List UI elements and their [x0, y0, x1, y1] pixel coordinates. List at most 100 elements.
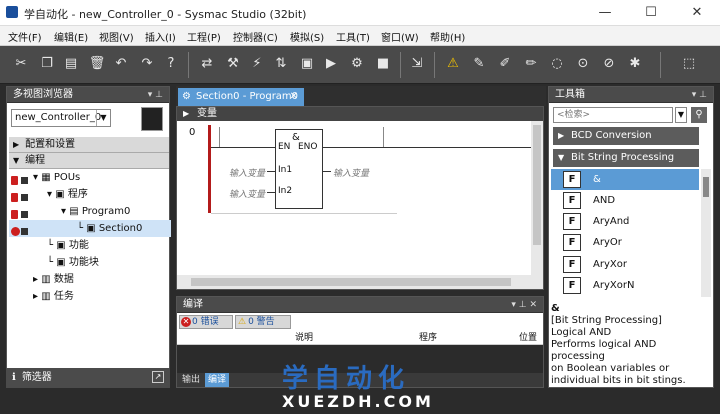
- search-icon[interactable]: ⚲: [691, 107, 707, 123]
- filter-icon[interactable]: ↗: [152, 371, 164, 383]
- tree-item-section0[interactable]: └ ▣ Section0: [77, 220, 142, 237]
- controller-name: new_Controller_0: [15, 112, 102, 123]
- toolbox-item-and-symbol[interactable]: F &: [551, 169, 699, 190]
- tree-item-tasks[interactable]: ▸ ▥ 任务: [33, 288, 74, 305]
- tree-item-programs[interactable]: ▾ ▣ 程序: [47, 186, 88, 203]
- toolbox-item-aryand[interactable]: F AryAnd: [551, 211, 699, 232]
- col-program[interactable]: 程序: [419, 331, 437, 345]
- scroll-thumb[interactable]: [703, 177, 709, 197]
- category-bit-string[interactable]: ▼ Bit String Processing: [553, 149, 699, 167]
- controller-icon: [141, 107, 163, 131]
- menu-controller[interactable]: 控制器(C): [233, 29, 278, 44]
- input-var-in1[interactable]: 输入变量: [229, 166, 265, 179]
- function-icon: F: [563, 213, 581, 230]
- toolbox-search-input[interactable]: [553, 107, 673, 123]
- scroll-thumb-h[interactable]: [191, 278, 511, 286]
- window-title: 学自动化 - new_Controller_0 - Sysmac Studio …: [24, 8, 307, 21]
- undo-icon[interactable]: ↶: [112, 55, 130, 73]
- minimize-button[interactable]: —: [582, 0, 628, 26]
- expand-icon: ▶: [13, 140, 20, 149]
- step-over-icon[interactable]: ⊘: [600, 55, 618, 73]
- section-programming[interactable]: ▼ 编程: [9, 153, 169, 169]
- col-description[interactable]: 说明: [295, 331, 313, 345]
- tab-compile[interactable]: 编译: [205, 373, 230, 387]
- toolbox-title: 工具箱 ▾ ⊥: [549, 87, 713, 103]
- output-var[interactable]: 输入变量: [333, 166, 369, 179]
- warnings-toggle[interactable]: ⚠ 0 警告: [235, 315, 291, 329]
- tab-section0[interactable]: ⚙ Section0 - Program0 ✕: [178, 88, 304, 106]
- tree-item-program0[interactable]: ▾ ▤ Program0: [61, 203, 130, 220]
- help-icon[interactable]: ?: [162, 55, 180, 73]
- tab-output[interactable]: 输出: [179, 373, 203, 387]
- warning-icon[interactable]: ⚠: [444, 55, 462, 73]
- menu-tools[interactable]: 工具(T): [336, 29, 370, 44]
- toolbox-item-aryxor[interactable]: F AryXor: [551, 254, 699, 275]
- settings-icon[interactable]: ⚙: [348, 55, 366, 73]
- step-out-icon[interactable]: ✱: [626, 55, 644, 73]
- cut-icon[interactable]: ✂: [12, 55, 30, 73]
- paste-icon[interactable]: ▤: [62, 55, 80, 73]
- zoom-fit-icon[interactable]: ⬚: [680, 55, 698, 73]
- item-description: & [Bit String Processing] Logical AND Pe…: [551, 303, 686, 386]
- menu-help[interactable]: 帮助(H): [430, 29, 465, 44]
- force-clear-icon[interactable]: ✏: [522, 55, 540, 73]
- menu-insert[interactable]: 插入(I): [145, 29, 176, 44]
- section-config[interactable]: ▶ 配置和设置: [9, 137, 169, 153]
- pin-icon[interactable]: ▾ ⊥: [692, 87, 707, 103]
- controller-select[interactable]: new_Controller_0 ▼: [11, 109, 111, 127]
- tree-item-functions[interactable]: └ ▣ 功能: [47, 237, 89, 254]
- variable-bar[interactable]: ▶ 变量: [177, 107, 543, 121]
- menu-window[interactable]: 窗口(W): [381, 29, 419, 44]
- warning-icon: ⚠: [238, 317, 247, 327]
- filter-bar[interactable]: ℹ 筛选器 ↗: [6, 368, 170, 388]
- breakpoint-icon[interactable]: ◌: [548, 55, 566, 73]
- copy-icon[interactable]: ❐: [38, 55, 56, 73]
- tree-item-function-blocks[interactable]: └ ▣ 功能块: [47, 254, 99, 271]
- function-block[interactable]: & EN ENO In1 In2: [275, 129, 323, 209]
- panel-title: 多视图浏览器 ▾ ⊥: [7, 87, 169, 103]
- menu-file[interactable]: 文件(F): [8, 29, 42, 44]
- force-off-icon[interactable]: ✐: [496, 55, 514, 73]
- errors-toggle[interactable]: ✕ 0 错误: [179, 315, 233, 329]
- online-icon[interactable]: ⇅: [272, 55, 290, 73]
- tree-item-data[interactable]: ▸ ▥ 数据: [33, 271, 74, 288]
- collapse-icon: ▼: [558, 153, 565, 162]
- menu-edit[interactable]: 编辑(E): [54, 29, 88, 44]
- toolbox-scrollbar[interactable]: [701, 169, 711, 297]
- pin-icon[interactable]: ▾ ⊥ ✕: [511, 297, 537, 313]
- redo-icon[interactable]: ↷: [138, 55, 156, 73]
- scroll-thumb[interactable]: [533, 125, 541, 245]
- run-icon[interactable]: ▶: [322, 55, 340, 73]
- monitor-icon[interactable]: ▣: [298, 55, 316, 73]
- menu-project[interactable]: 工程(P): [187, 29, 221, 44]
- chevron-down-icon: ▼: [96, 110, 110, 126]
- force-on-icon[interactable]: ✎: [470, 55, 488, 73]
- build-icon[interactable]: ⚒: [224, 55, 242, 73]
- toolbox-item-aryxorn[interactable]: F AryXorN: [551, 275, 699, 296]
- maximize-button[interactable]: ☐: [628, 0, 674, 26]
- toolbox-panel: 工具箱▾ ⊥ ▼ ⚲ ▶BCD Conversion ▼Bit String P…: [548, 86, 714, 388]
- menu-view[interactable]: 视图(V): [99, 29, 134, 44]
- multiview-explorer: 多视图浏览器 ▾ ⊥ new_Controller_0 ▼ ▶ 配置和设置 ▼ 编程 …: [6, 86, 171, 388]
- menu-simulation[interactable]: 模拟(S): [290, 29, 324, 44]
- tab-close-icon[interactable]: ✕: [290, 88, 298, 106]
- input-var-in2[interactable]: 输入变量: [229, 187, 265, 200]
- sync-icon[interactable]: ⇄: [198, 55, 216, 73]
- category-bcd[interactable]: ▶ BCD Conversion: [553, 127, 699, 145]
- title-bar: 学自动化 - new_Controller_0 - Sysmac Studio …: [0, 0, 720, 26]
- transfer-icon[interactable]: ⚡: [248, 55, 266, 73]
- tree-item-pous[interactable]: ▾ ▦ POUs: [33, 169, 80, 186]
- close-button[interactable]: ✕: [674, 0, 720, 26]
- chevron-down-icon[interactable]: ▼: [675, 107, 687, 123]
- mode-icon[interactable]: ⇲: [408, 55, 426, 73]
- toolbox-item-aryor[interactable]: F AryOr: [551, 232, 699, 253]
- horizontal-scrollbar[interactable]: [177, 275, 543, 289]
- toolbox-item-and[interactable]: F AND: [551, 190, 699, 211]
- vertical-scrollbar[interactable]: [531, 121, 543, 275]
- stop-icon[interactable]: ■: [374, 55, 392, 73]
- delete-icon[interactable]: 🗑: [88, 55, 106, 73]
- step-icon[interactable]: ⊙: [574, 55, 592, 73]
- col-location[interactable]: 位置: [519, 331, 537, 345]
- ladder-editor[interactable]: ▶ 变量 0 & EN ENO In1 In2 输入变量 输入变量 输入变量: [176, 106, 544, 290]
- pin-icon[interactable]: ▾ ⊥: [148, 87, 163, 103]
